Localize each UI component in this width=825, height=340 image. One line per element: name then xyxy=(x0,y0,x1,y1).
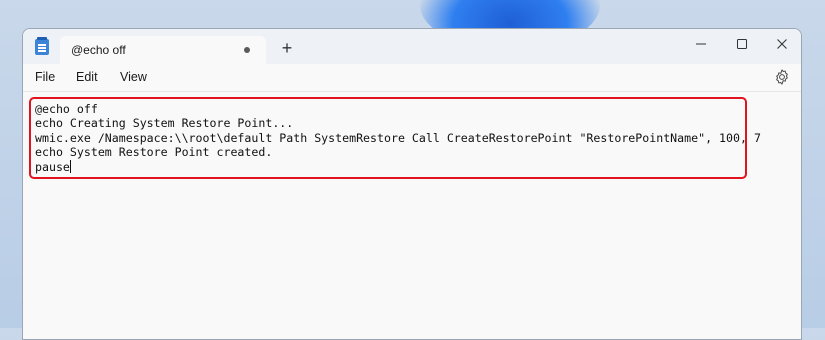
new-tab-button[interactable]: + xyxy=(277,38,297,58)
tab-title: @echo off xyxy=(71,43,126,57)
notepad-window: @echo off + File Edit View @echo off ech… xyxy=(22,28,802,340)
text-editor-area[interactable]: @echo off echo Creating System Restore Po… xyxy=(23,91,801,339)
settings-button[interactable] xyxy=(773,68,791,86)
tab-active-document[interactable]: @echo off xyxy=(60,36,266,64)
minimize-button[interactable] xyxy=(681,29,721,59)
notepad-app-icon xyxy=(35,37,49,55)
title-bar: @echo off + xyxy=(23,29,801,64)
close-icon xyxy=(777,39,787,49)
menu-file[interactable]: File xyxy=(35,70,55,84)
menu-bar: File Edit View xyxy=(23,64,801,90)
minimize-icon xyxy=(696,43,706,45)
maximize-icon xyxy=(737,39,747,49)
menu-edit[interactable]: Edit xyxy=(76,70,98,84)
maximize-button[interactable] xyxy=(722,29,762,59)
gear-icon xyxy=(776,69,788,85)
close-button[interactable] xyxy=(762,29,801,59)
red-highlight-box xyxy=(29,97,747,179)
unsaved-dot-icon[interactable] xyxy=(244,47,250,53)
menu-view[interactable]: View xyxy=(120,70,147,84)
